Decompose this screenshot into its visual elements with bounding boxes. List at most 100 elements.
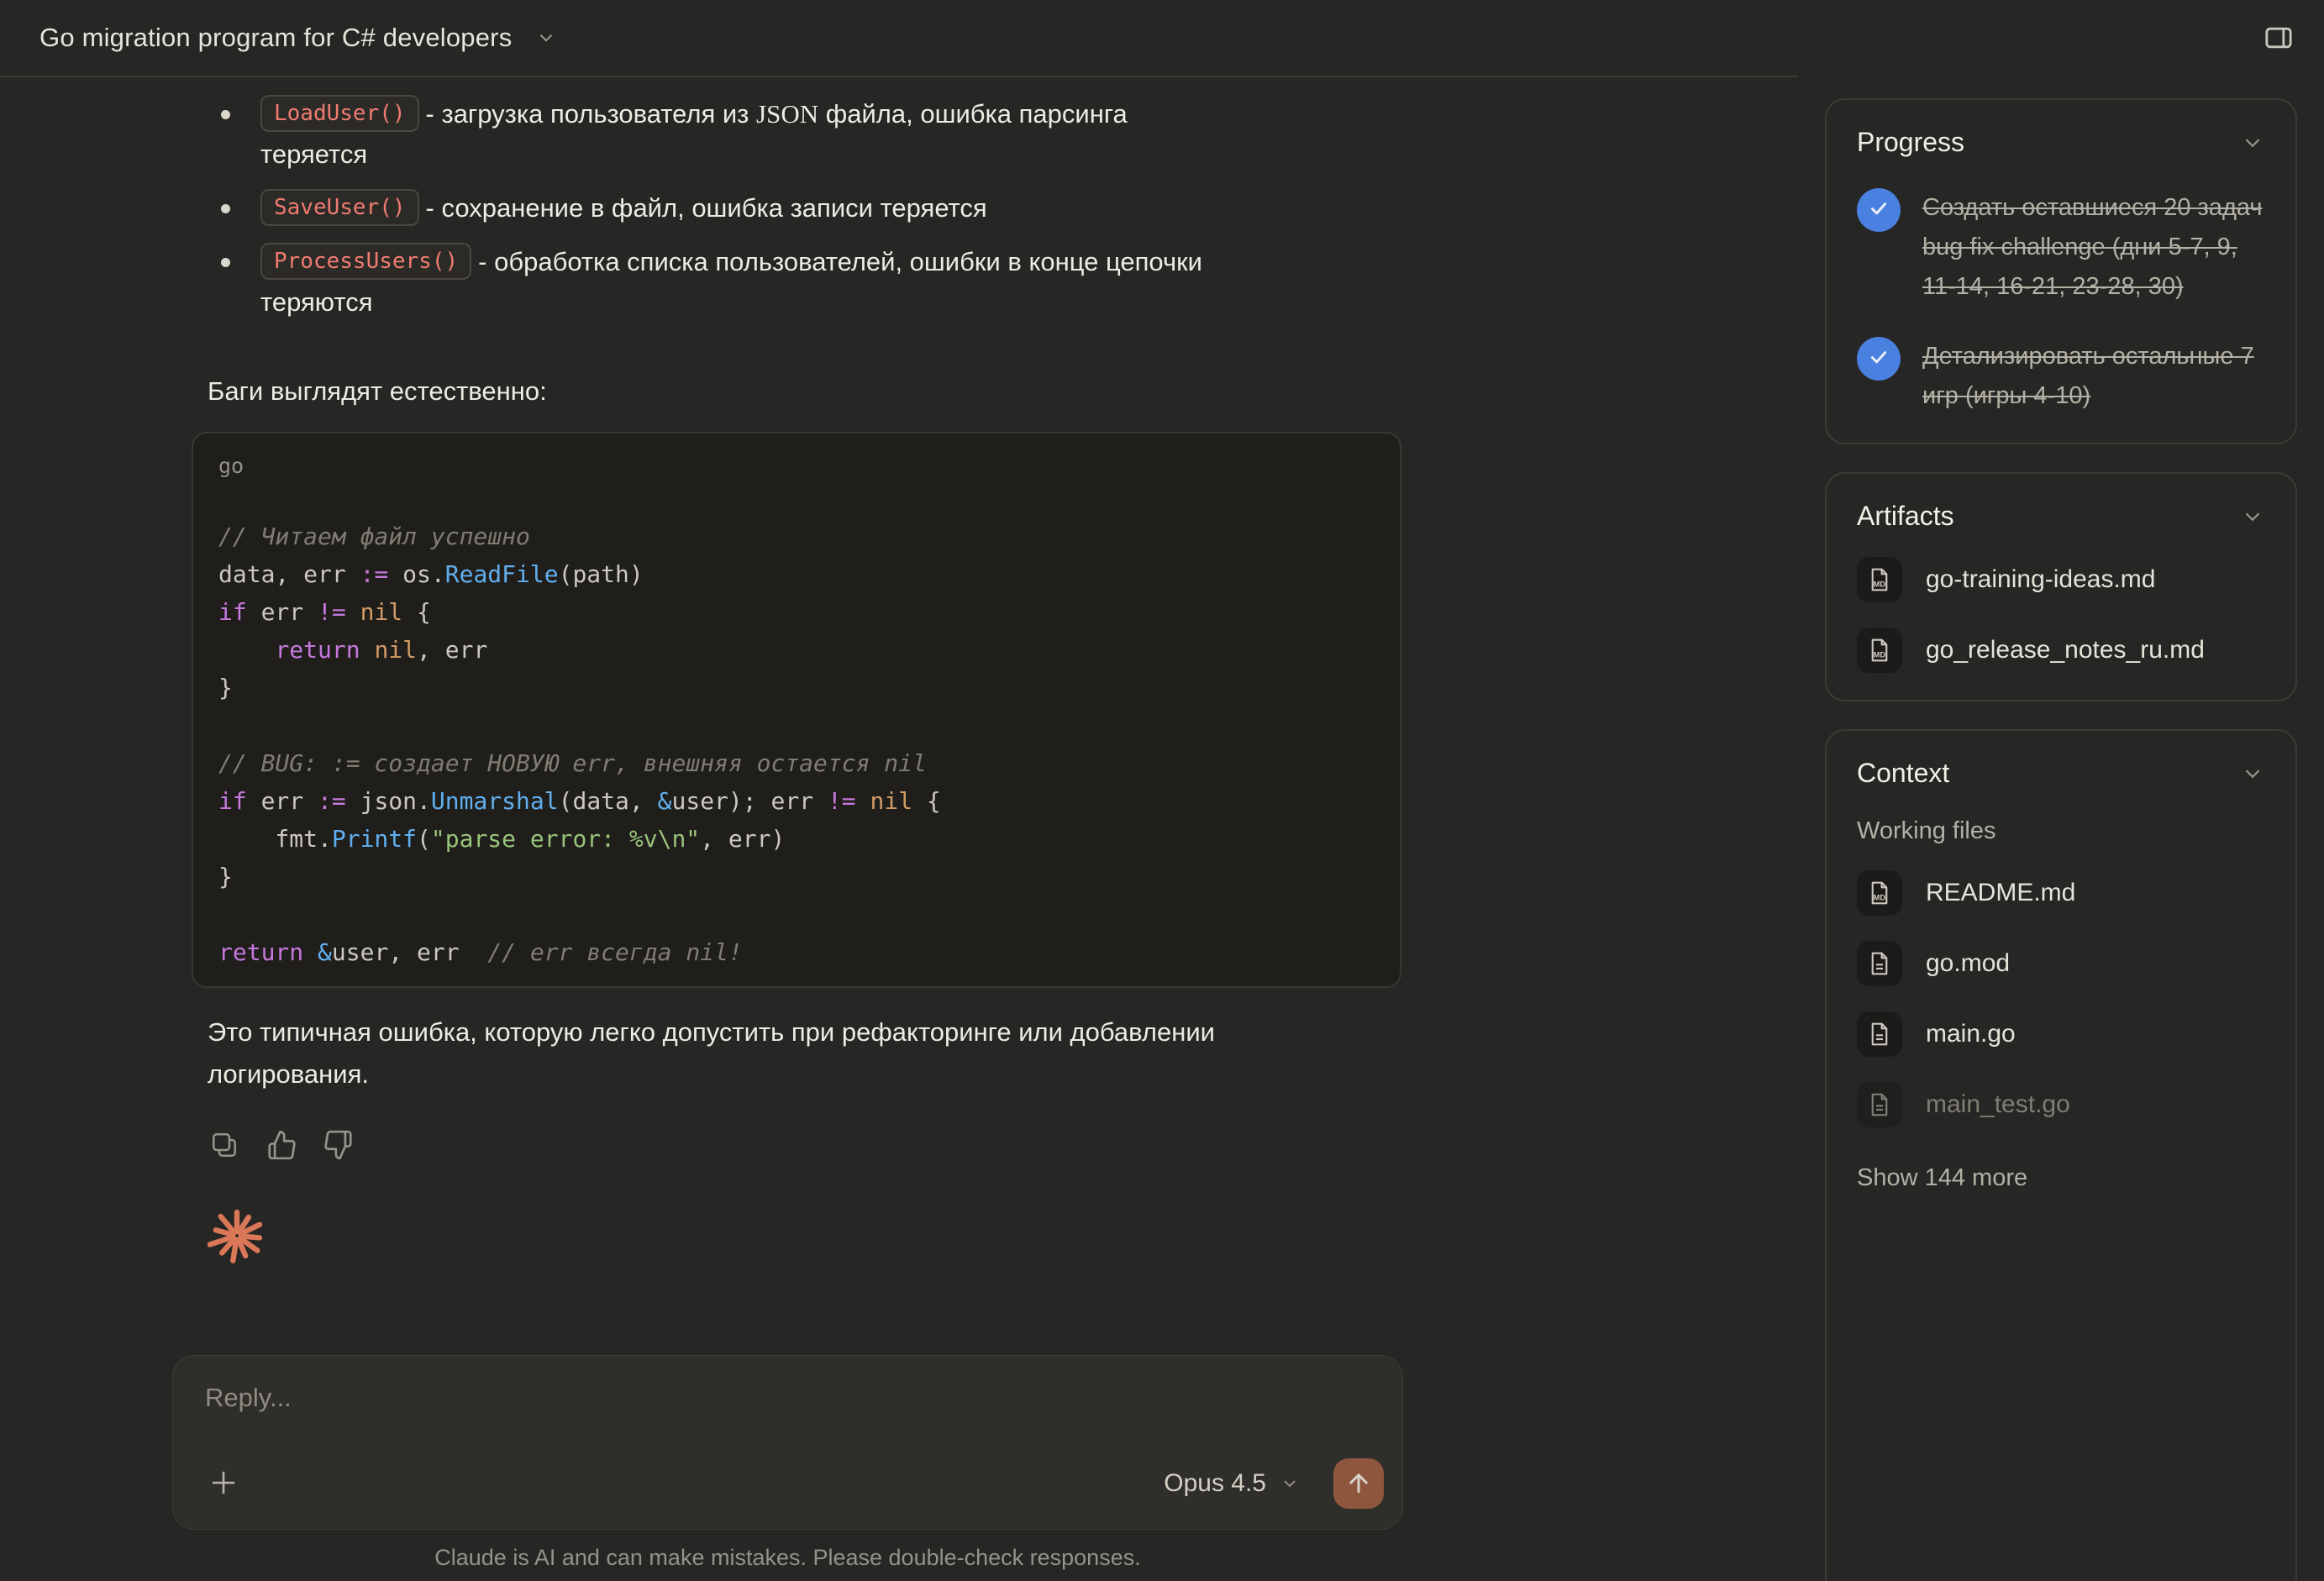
header-divider [0,76,1798,77]
sidebar-toggle-button[interactable] [2257,20,2300,57]
thumbs-down-button[interactable] [322,1129,355,1163]
plus-icon [206,1465,241,1503]
panel-title: Artifacts [1857,501,1954,532]
thumbs-up-icon [266,1129,297,1163]
reply-composer: Reply... Opus 4.5 [172,1355,1403,1530]
artifact-file-list: MD go-training-ideas.md MD go_release_notes… [1857,557,2265,673]
context-file-list: MD README.md go.mod main.go main_test.go [1857,870,2265,1127]
thumbs-up-button[interactable] [265,1129,298,1163]
working-files-label: Working files [1857,817,2265,845]
code-line: } [218,858,1375,896]
file-item[interactable]: MD go_release_notes_ru.md [1857,628,2265,673]
attach-button[interactable] [205,1465,242,1502]
send-button[interactable] [1333,1458,1384,1509]
copy-button[interactable] [208,1129,241,1163]
sidebar-layout-icon [2259,21,2298,57]
code-block: go // Читаем файл успешноdata, err := os… [192,432,1401,988]
file-item[interactable]: go.mod [1857,941,2265,986]
task-label: Создать оставшиеся 20 задач bug fix chal… [1922,188,2265,307]
message-actions [208,1129,1403,1163]
task-label: Детализировать остальные 7 игр (игры 4-1… [1922,337,2265,416]
chevron-down-icon [1280,1473,1300,1494]
file-icon [1857,1082,1902,1127]
message-paragraph: Это типичная ошибка, которую легко допус… [208,1011,1249,1095]
reply-input[interactable]: Reply... [205,1383,1370,1413]
file-name: go_release_notes_ru.md [1926,636,2205,664]
bullet-text: - сохранение в файл, ошибка записи теряе… [426,193,987,223]
code-line: data, err := os.ReadFile(path) [218,555,1375,593]
artifacts-panel: Artifacts MD go-training-ideas.md MD go_rel… [1825,472,2297,701]
composer-toolbar: Opus 4.5 [205,1458,1384,1509]
conversation-title-menu[interactable]: Go migration program for C# developers [39,23,557,53]
inline-code-chip: ProcessUsers() [260,243,471,280]
top-bar: Go migration program for C# developers [0,0,2324,76]
svg-text:MD: MD [1874,650,1886,659]
panel-title: Context [1857,758,1949,789]
code-line: if err != nil { [218,593,1375,631]
md-file-icon: MD [1857,870,1902,916]
svg-text:MD: MD [1874,580,1886,588]
chevron-down-icon [2240,130,2265,155]
show-more-button[interactable]: Show 144 more [1857,1164,2265,1192]
task-done-badge [1857,337,1901,381]
file-name: main_test.go [1926,1090,2070,1119]
thumbs-down-icon [323,1129,355,1163]
progress-task: Создать оставшиеся 20 задач bug fix chal… [1857,188,2265,307]
progress-panel-header[interactable]: Progress [1857,127,2265,158]
inline-code-chip: LoadUser() [260,95,419,132]
right-sidebar: Progress Создать оставшиеся 20 задач bug… [1825,98,2297,1581]
arrow-up-icon [1344,1468,1373,1500]
claude-starburst-icon [208,1254,266,1268]
chat-area: LoadUser()- загрузка пользователя из JSO… [208,94,1403,1265]
file-icon [1857,941,1902,986]
inline-code-chip: SaveUser() [260,189,419,226]
artifacts-panel-header[interactable]: Artifacts [1857,501,2265,532]
conversation-title: Go migration program for C# developers [39,23,512,53]
copy-icon [209,1130,239,1163]
file-item[interactable]: MD go-training-ideas.md [1857,557,2265,602]
md-file-icon: MD [1857,557,1902,602]
feature-list-item: SaveUser()- сохранение в файл, ошибка за… [208,188,1216,228]
message-paragraph: Баги выглядят естественно: [208,371,1403,412]
file-item[interactable]: main_test.go [1857,1082,2265,1127]
file-name: go-training-ideas.md [1926,565,2155,594]
claude-app: Go migration program for C# developers L… [0,0,2324,1581]
check-icon [1867,345,1890,373]
code-language-label: go [218,452,1375,481]
feature-list: LoadUser()- загрузка пользователя из JSO… [208,94,1216,323]
code-line: // BUG: := создает НОВУЮ err, внешняя ос… [218,744,1375,782]
code-line: // Читаем файл успешно [218,517,1375,555]
code-line: } [218,669,1375,706]
code-line [218,896,1375,933]
file-item[interactable]: main.go [1857,1011,2265,1057]
chevron-down-icon [535,27,557,49]
bullet-text: - загрузка пользователя из [426,99,756,129]
md-file-icon: MD [1857,628,1902,673]
panel-title: Progress [1857,127,1964,158]
progress-task-list: Создать оставшиеся 20 задач bug fix chal… [1857,188,2265,416]
progress-panel: Progress Создать оставшиеся 20 задач bug… [1825,98,2297,444]
ai-disclaimer: Claude is AI and can make mistakes. Plea… [172,1545,1403,1571]
code-line: return &user, err // err всегда nil! [218,933,1375,971]
file-name: main.go [1926,1020,2016,1048]
file-name: go.mod [1926,949,2010,978]
progress-task: Детализировать остальные 7 игр (игры 4-1… [1857,337,2265,416]
model-name: Opus 4.5 [1164,1469,1266,1498]
code-line [218,706,1375,744]
bullet-text: JSON [756,99,818,129]
context-panel: Context Working files MD README.md go.mod m… [1825,729,2297,1581]
code-content: // Читаем файл успешноdata, err := os.Re… [218,517,1375,971]
code-line: fmt.Printf("parse error: %v\n", err) [218,820,1375,858]
code-line: if err := json.Unmarshal(data, &user); e… [218,782,1375,820]
context-panel-header[interactable]: Context [1857,758,2265,789]
model-selector[interactable]: Opus 4.5 [1159,1468,1305,1499]
code-line: return nil, err [218,631,1375,669]
check-icon [1867,197,1890,224]
file-name: README.md [1926,879,2075,907]
task-done-badge [1857,188,1901,232]
file-icon [1857,1011,1902,1057]
chevron-down-icon [2240,504,2265,529]
claude-thinking-indicator [208,1206,266,1265]
file-item[interactable]: MD README.md [1857,870,2265,916]
feature-list-item: LoadUser()- загрузка пользователя из JSO… [208,94,1216,175]
